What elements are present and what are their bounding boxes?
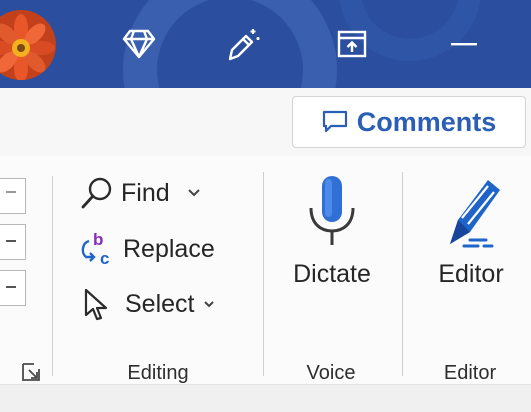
editor-assist-button[interactable] — [218, 18, 270, 70]
chevron-down-icon — [204, 300, 215, 307]
editor-pen-icon — [450, 180, 500, 248]
comment-icon — [322, 110, 347, 133]
chevron-down-icon — [6, 240, 16, 242]
editor-label: Editor — [438, 260, 504, 288]
document-area — [0, 384, 531, 412]
ribbon-display-button[interactable] — [326, 18, 378, 70]
replace-label: Replace — [123, 234, 215, 263]
microphone-icon — [309, 176, 355, 245]
title-bar — [0, 0, 531, 88]
partial-control[interactable] — [0, 224, 26, 260]
find-button[interactable]: Find — [80, 176, 201, 210]
group-label-editor: Editor — [443, 362, 497, 384]
dictate-button[interactable]: Dictate — [282, 174, 382, 289]
group-label-editing: Editing — [127, 362, 189, 384]
comments-label: Comments — [356, 106, 497, 137]
select-button[interactable]: Select — [82, 287, 215, 321]
select-label: Select — [125, 289, 195, 318]
replace-button[interactable]: b c Replace — [78, 231, 215, 267]
editor-button[interactable]: Editor — [418, 174, 524, 289]
group-separator — [52, 176, 53, 376]
replace-icon: b c — [81, 231, 109, 267]
partial-control[interactable] — [0, 270, 26, 306]
diamond-button[interactable] — [113, 18, 165, 70]
dialog-launcher-icon[interactable] — [22, 363, 40, 381]
chevron-icon — [6, 191, 16, 193]
dictate-label: Dictate — [293, 260, 371, 288]
group-label-voice: Voice — [306, 362, 356, 384]
find-label: Find — [121, 178, 170, 207]
minimize-icon — [451, 43, 477, 46]
chevron-down-icon — [187, 189, 200, 197]
svg-text:c: c — [100, 249, 109, 267]
comments-strip: Comments — [0, 88, 531, 156]
app-window: Comments Find b c Replace Select Editing… — [0, 0, 531, 412]
svg-text:b: b — [93, 231, 103, 249]
search-icon — [81, 177, 112, 209]
cursor-icon — [84, 288, 108, 321]
group-separator — [402, 172, 403, 376]
partial-control[interactable] — [0, 178, 26, 214]
minimize-button[interactable] — [438, 18, 490, 70]
comments-button[interactable]: Comments — [292, 96, 526, 148]
ribbon-display-icon — [337, 30, 367, 58]
more-icon — [6, 286, 16, 288]
wand-icon — [228, 29, 260, 61]
group-separator — [263, 172, 264, 376]
diamond-icon — [122, 29, 156, 59]
